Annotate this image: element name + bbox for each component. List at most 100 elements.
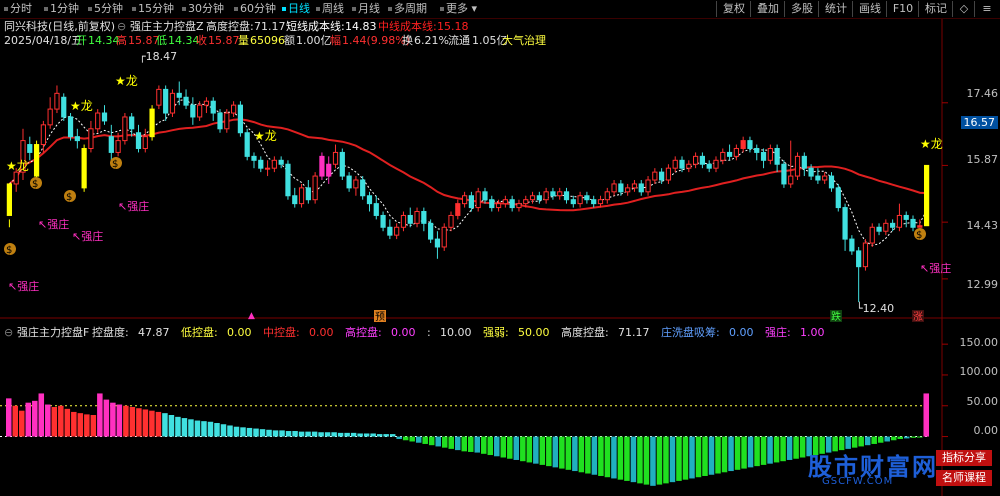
diamond-icon[interactable]: ◇ xyxy=(952,1,975,17)
candle-body xyxy=(346,175,352,189)
indicator-bar xyxy=(481,436,487,454)
candle-body xyxy=(679,159,685,169)
candle-body xyxy=(461,195,468,205)
indicator-bar xyxy=(682,436,689,480)
candle-body xyxy=(625,187,631,193)
candle-body xyxy=(115,140,121,153)
indicator-bar xyxy=(780,436,786,462)
candle-body xyxy=(570,199,576,205)
candle-body xyxy=(414,211,420,224)
indicator-bar xyxy=(240,427,246,437)
money-bag-icon: $ xyxy=(32,179,38,190)
lower-item-value: 0.00 xyxy=(391,326,416,339)
indicator-bar xyxy=(389,434,396,437)
f10-button[interactable]: F10 xyxy=(886,1,919,17)
indicator-bar xyxy=(19,410,25,437)
indicator-bar xyxy=(64,408,71,437)
draw-line-button[interactable]: 画线 xyxy=(852,1,887,17)
period-tab-daily[interactable]: 日线 xyxy=(282,2,310,16)
lower-toggle-icon[interactable]: ⊖ xyxy=(4,326,13,339)
indicator-bar xyxy=(877,436,884,443)
period-tab-60min[interactable]: 60分钟 xyxy=(234,2,276,16)
indicator-bar xyxy=(175,416,181,437)
adjust-button[interactable]: 复权 xyxy=(716,1,751,17)
candle-body xyxy=(339,151,345,177)
lower-item-label: 中控盘: xyxy=(263,326,300,339)
overlay-button[interactable]: 叠加 xyxy=(750,1,785,17)
watermark-url: GSCFW.COM xyxy=(822,476,894,487)
period-tab-intraday[interactable]: 分时 xyxy=(4,2,32,16)
indicator-bar xyxy=(84,414,90,437)
candle-body xyxy=(489,199,495,209)
candle-body xyxy=(360,179,366,197)
indicator-bar xyxy=(441,436,448,448)
period-tab-weekly[interactable]: 周线 xyxy=(316,2,344,16)
candle-body xyxy=(726,151,733,157)
indicator-bar xyxy=(650,436,656,486)
period-tab-5min[interactable]: 5分钟 xyxy=(88,2,123,16)
indicator-bar xyxy=(71,411,77,437)
indicator-bar xyxy=(786,436,793,460)
candle-body xyxy=(822,175,828,181)
candle-body xyxy=(319,155,325,177)
indicator-bar xyxy=(318,432,324,437)
candle-body xyxy=(224,112,230,130)
candle-body xyxy=(101,112,108,122)
candle-body xyxy=(733,147,739,157)
indicator-bar xyxy=(884,436,890,442)
menu-icon[interactable]: ≡ xyxy=(974,1,999,17)
candle-body xyxy=(244,132,250,157)
lower-item-label: : xyxy=(427,326,431,339)
concept-tag[interactable]: 大气治理 xyxy=(502,34,546,47)
candle-body xyxy=(47,108,53,126)
candle-body xyxy=(652,171,658,181)
indicator-name[interactable]: 强庄主力控盘Z xyxy=(130,20,204,33)
candle-body xyxy=(828,175,835,189)
period-tab-monthly[interactable]: 月线 xyxy=(352,2,380,16)
indicator-bar xyxy=(383,434,389,437)
indicator-bar xyxy=(572,436,578,472)
candle-body xyxy=(441,226,447,248)
period-tab-15min[interactable]: 15分钟 xyxy=(132,2,174,16)
indicator-bar xyxy=(689,436,695,479)
candle-body xyxy=(869,226,875,244)
quote-turnover: 6.21% xyxy=(414,34,449,47)
period-tab-multi[interactable]: 多周期 xyxy=(388,2,427,16)
candle-body xyxy=(910,218,916,228)
indicator-bar xyxy=(454,436,461,451)
indicator-bar xyxy=(337,432,344,437)
kline-chart[interactable]: ┌18.47└12.40★龙★龙★龙★龙★龙↖强庄↖强庄↖强庄↖强庄↖强庄$$$… xyxy=(0,0,1000,496)
indicator-bar xyxy=(402,436,409,441)
candle-body xyxy=(129,116,135,130)
period-tab-more[interactable]: 更多 ▾ xyxy=(440,2,477,16)
candle-body xyxy=(298,187,305,205)
period-tab-1min[interactable]: 1分钟 xyxy=(44,2,79,16)
stats-button[interactable]: 统计 xyxy=(818,1,853,17)
candle-body xyxy=(835,187,841,209)
candle-body xyxy=(896,214,903,228)
candle-body xyxy=(142,136,148,149)
indicator-bar xyxy=(637,436,643,484)
candle-body xyxy=(264,167,271,170)
candle-body xyxy=(917,225,923,228)
indicator-bar xyxy=(272,430,279,437)
indicator-bar xyxy=(799,436,806,458)
indicator-bar xyxy=(695,436,702,478)
mark-button[interactable]: 标记 xyxy=(918,1,953,17)
candle-body xyxy=(597,199,604,205)
candle-body xyxy=(312,175,318,201)
indicator-toggle-icon[interactable]: ⊖ xyxy=(117,20,126,33)
candle-body xyxy=(366,195,373,205)
lower-item-label: 强弱: xyxy=(483,326,509,339)
indicator-bar xyxy=(715,436,721,474)
multi-stock-button[interactable]: 多股 xyxy=(784,1,819,17)
candle-body xyxy=(788,175,794,185)
candle-body xyxy=(305,187,311,201)
candle-body xyxy=(706,163,712,169)
period-tab-30min[interactable]: 30分钟 xyxy=(182,2,224,16)
candle-body xyxy=(604,191,610,201)
candle-body xyxy=(611,183,617,193)
lower-indicator-name[interactable]: 强庄主力控盘F xyxy=(17,326,89,339)
indicator-bar xyxy=(754,436,760,467)
candle-body xyxy=(74,136,80,142)
